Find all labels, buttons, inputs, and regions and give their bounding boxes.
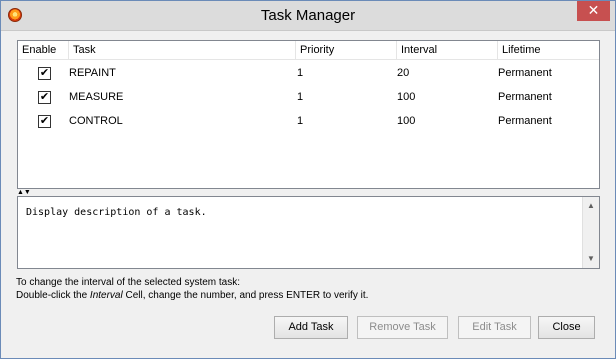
task-manager-window: Task Manager ✕ Enable Task Priority Inte… xyxy=(0,0,616,359)
hint-line-2-emphasis: Interval xyxy=(89,290,123,301)
lifetime-cell[interactable]: Permanent xyxy=(498,109,552,133)
table-header: Enable Task Priority Interval Lifetime xyxy=(18,41,599,60)
task-name-cell[interactable]: MEASURE xyxy=(69,85,123,109)
lifetime-cell[interactable]: Permanent xyxy=(498,85,552,109)
task-name-cell[interactable]: CONTROL xyxy=(69,109,123,133)
column-header-priority[interactable]: Priority xyxy=(296,41,397,60)
interval-cell[interactable]: 100 xyxy=(397,85,415,109)
enable-checkbox[interactable]: ✔ xyxy=(38,115,51,128)
hint-line-2-suffix: Cell, change the number, and press ENTER… xyxy=(122,290,369,301)
column-header-interval[interactable]: Interval xyxy=(397,41,498,60)
enable-checkbox[interactable]: ✔ xyxy=(38,67,51,80)
hint-line-2-prefix: Double-click the xyxy=(16,290,90,301)
task-description-box[interactable]: Display description of a task. ▲ ▼ xyxy=(17,196,600,269)
description-scrollbar[interactable]: ▲ ▼ xyxy=(582,197,599,268)
column-header-task[interactable]: Task xyxy=(69,41,296,60)
table-row[interactable]: ✔ CONTROL 1 100 Permanent xyxy=(18,109,599,133)
priority-cell[interactable]: 1 xyxy=(297,109,303,133)
column-header-enable[interactable]: Enable xyxy=(18,41,69,60)
table-row[interactable]: ✔ REPAINT 1 20 Permanent xyxy=(18,61,599,85)
window-close-button[interactable]: ✕ xyxy=(577,1,610,21)
task-name-cell[interactable]: REPAINT xyxy=(69,61,116,85)
hint-line-2: Double-click the Interval Cell, change t… xyxy=(16,290,368,301)
column-header-lifetime[interactable]: Lifetime xyxy=(498,41,599,60)
enable-checkbox[interactable]: ✔ xyxy=(38,91,51,104)
title-bar[interactable]: Task Manager ✕ xyxy=(1,1,615,31)
task-table[interactable]: Enable Task Priority Interval Lifetime ✔… xyxy=(17,40,600,189)
task-description-text: Display description of a task. xyxy=(26,207,207,218)
hint-line-1: To change the interval of the selected s… xyxy=(16,277,241,288)
add-task-button[interactable]: Add Task xyxy=(274,316,348,339)
scroll-down-icon[interactable]: ▼ xyxy=(583,251,599,267)
interval-cell[interactable]: 100 xyxy=(397,109,415,133)
close-button[interactable]: Close xyxy=(538,316,595,339)
remove-task-button[interactable]: Remove Task xyxy=(357,316,448,339)
priority-cell[interactable]: 1 xyxy=(297,85,303,109)
lifetime-cell[interactable]: Permanent xyxy=(498,61,552,85)
window-title: Task Manager xyxy=(260,7,356,24)
table-row[interactable]: ✔ MEASURE 1 100 Permanent xyxy=(18,85,599,109)
edit-task-button[interactable]: Edit Task xyxy=(458,316,531,339)
priority-cell[interactable]: 1 xyxy=(297,61,303,85)
interval-cell[interactable]: 20 xyxy=(397,61,409,85)
scroll-up-icon[interactable]: ▲ xyxy=(583,198,599,214)
